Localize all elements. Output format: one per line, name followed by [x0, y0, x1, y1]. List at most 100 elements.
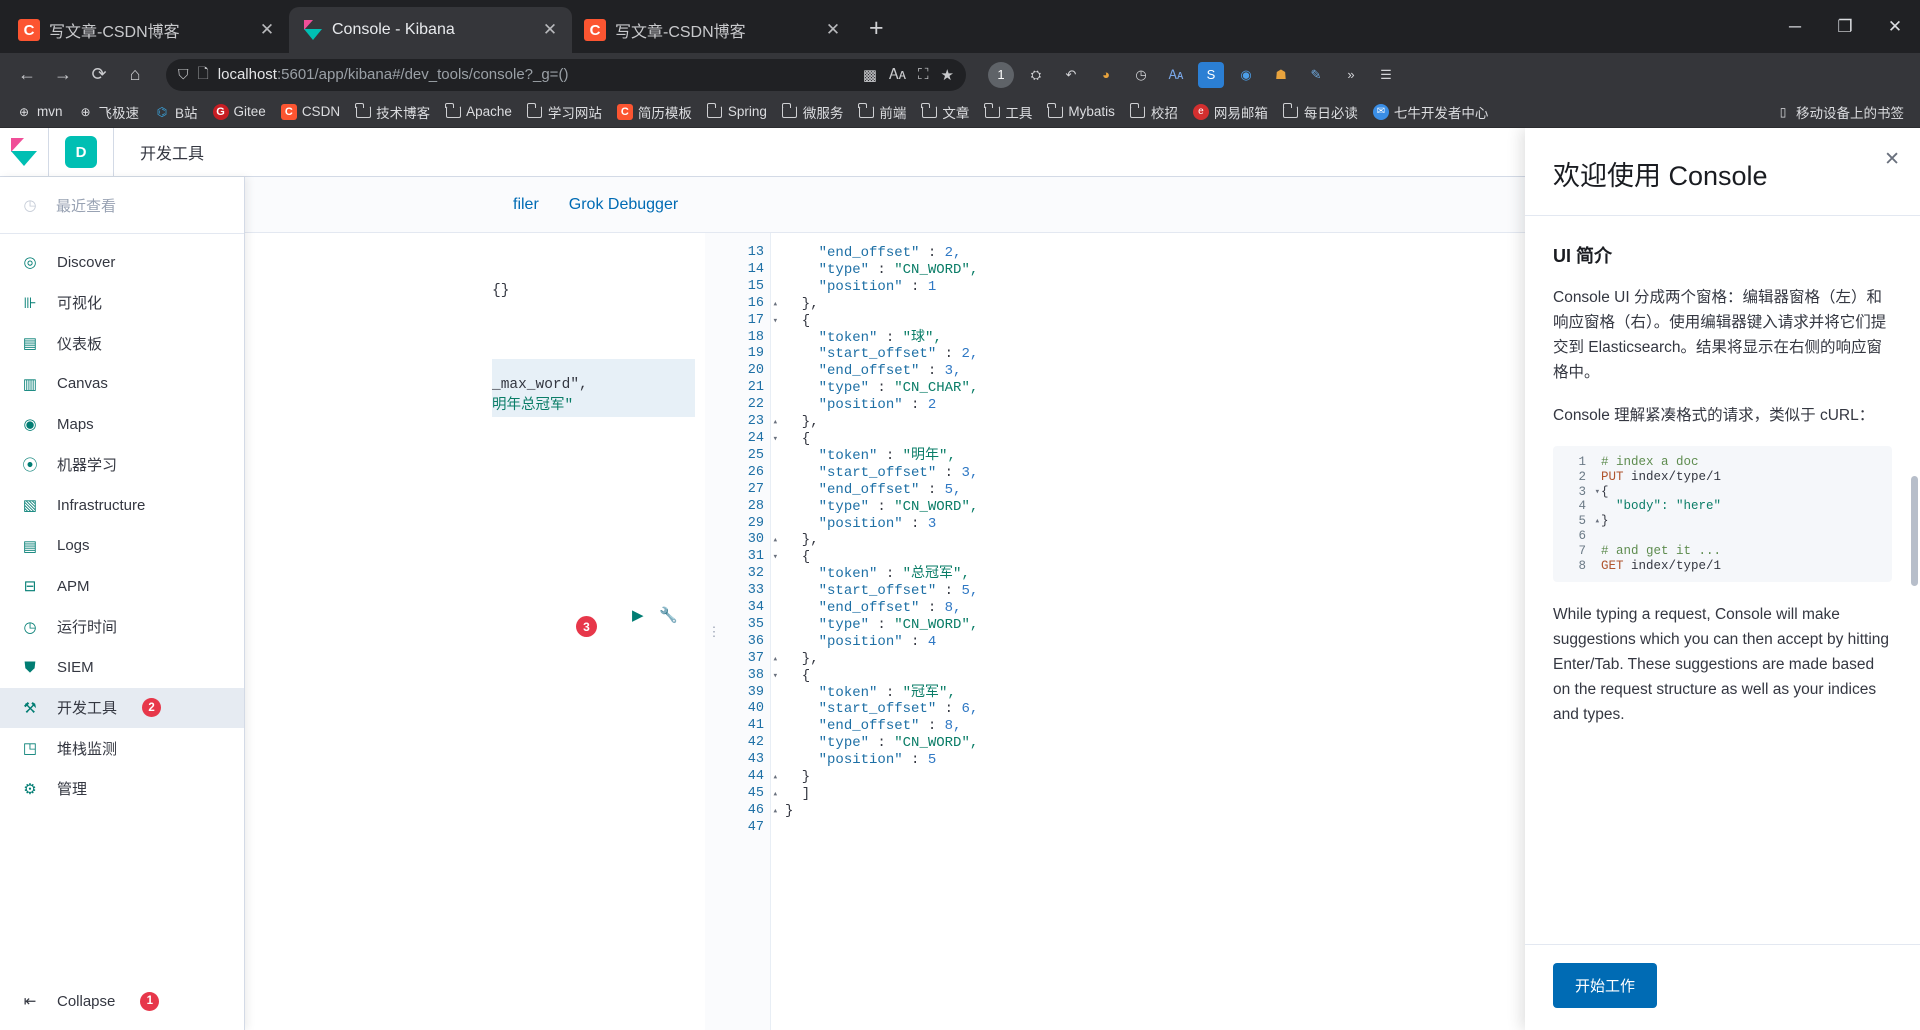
bookmark-item[interactable]: ✉ 七牛开发者中心 — [1367, 99, 1495, 125]
tab-close-button[interactable]: ✕ — [257, 20, 277, 40]
fold-toggle-icon[interactable]: ▴ — [773, 414, 778, 431]
sidebar-item-uptime[interactable]: ◷ 运行时间 — [0, 607, 244, 648]
letter-s-icon[interactable]: S — [1198, 61, 1224, 88]
sidebar-recent[interactable]: ◷ 最近查看 — [0, 177, 244, 234]
fold-toggle-icon[interactable]: ▾ — [773, 668, 778, 685]
bookmark-item[interactable]: Apache — [439, 101, 518, 123]
sidebar-item-logs[interactable]: ▤ Logs — [0, 526, 244, 567]
address-bar[interactable]: ⛉ 🗋 localhost:5601/app/kibana#/dev_tools… — [166, 58, 966, 91]
sidebar-collapse-button[interactable]: ⇤ Collapse 1 — [0, 972, 244, 1030]
sidebar-item-management[interactable]: ⚙ 管理 — [0, 769, 244, 810]
back-icon[interactable]: ← — [10, 58, 44, 92]
flyout-scrollbar[interactable] — [1911, 476, 1918, 586]
close-icon[interactable]: ✕ — [1884, 148, 1900, 171]
bookmark-item[interactable]: e 网易邮箱 — [1187, 99, 1274, 125]
bookmark-item[interactable]: C CSDN — [275, 101, 346, 123]
browser-tab-2[interactable]: Console - Kibana ✕ — [289, 7, 572, 53]
browser-tab-3[interactable]: C 写文章-CSDN博客 ✕ — [572, 7, 855, 53]
start-working-button[interactable]: 开始工作 — [1553, 963, 1658, 1008]
puzzle-icon[interactable]: ⛭ — [1023, 62, 1049, 88]
favorite-icon[interactable]: ★ — [941, 66, 954, 84]
bookmark-item[interactable]: Mybatis — [1041, 101, 1121, 123]
fold-toggle-icon[interactable]: ▴ — [773, 786, 778, 803]
line-number: 34 — [747, 600, 764, 616]
sidebar-item-discover[interactable]: ◎ Discover — [0, 242, 244, 283]
tab-grok-debugger[interactable]: Grok Debugger — [569, 196, 678, 214]
palette-icon[interactable]: ◕ — [1093, 62, 1119, 88]
play-icon[interactable]: ▶ — [632, 606, 644, 624]
fold-toggle-icon[interactable]: ▾ — [773, 431, 778, 448]
sidebar-item-machine-learning[interactable]: ⦿ 机器学习 — [0, 445, 244, 486]
bookmark-item[interactable]: 学习网站 — [521, 99, 608, 125]
tab-profiler[interactable]: filer — [513, 196, 539, 214]
bookmark-item[interactable]: 技术博客 — [349, 99, 436, 125]
fold-toggle-icon[interactable]: ▴ — [773, 803, 778, 820]
bookmark-item[interactable]: Spring — [701, 101, 773, 123]
code-sample-line: GET index/type/1 — [1601, 558, 1722, 573]
mobile-bookmarks-item[interactable]: ▯ 移动设备上的书签 — [1769, 99, 1910, 125]
apm-icon: ⊟ — [23, 578, 37, 596]
line-number: 24 ▾ — [747, 430, 778, 446]
tab-close-button[interactable]: ✕ — [823, 20, 843, 40]
fold-toggle-icon[interactable]: ▴ — [773, 296, 778, 313]
user-icon[interactable]: ☗ — [1268, 62, 1294, 88]
tab-close-button[interactable]: ✕ — [540, 20, 560, 40]
sidebar-item-maps[interactable]: ◉ Maps — [0, 404, 244, 445]
request-editor[interactable]: {} _max_word", 明年总冠军" 3 ▶ 🔧 — [245, 233, 705, 1030]
sidebar-item-infrastructure[interactable]: ▧ Infrastructure — [0, 485, 244, 526]
fold-toggle-icon[interactable]: ▾ — [773, 549, 778, 566]
close-window-button[interactable]: ✕ — [1870, 0, 1920, 53]
bookmark-item[interactable]: 校招 — [1124, 99, 1184, 125]
menu-icon[interactable]: ☰ — [1373, 62, 1399, 88]
sidebar-item-devtools[interactable]: ⚒ 开发工具 2 — [0, 687, 244, 728]
translate-icon[interactable]: 🗛 — [889, 66, 906, 83]
fold-toggle-icon[interactable]: ▴ — [773, 532, 778, 549]
bookmark-item[interactable]: 前端 — [852, 99, 912, 125]
sidebar-item-siem[interactable]: ⛊ SIEM — [0, 647, 244, 688]
code-sample-line-number: 8 — [1578, 558, 1586, 573]
fold-toggle-icon[interactable]: ▾ — [773, 313, 778, 330]
bookmark-item[interactable]: ⌬ B站 — [148, 99, 204, 125]
browser-tab-1[interactable]: C 写文章-CSDN博客 ✕ — [6, 7, 289, 53]
chevron-more-icon[interactable]: » — [1338, 62, 1364, 88]
editor-line-b: 明年总冠军" — [492, 398, 574, 414]
maximize-button[interactable]: ❐ — [1820, 0, 1870, 53]
clock-icon[interactable]: ◷ — [1128, 62, 1154, 88]
bookmark-item[interactable]: 文章 — [915, 99, 975, 125]
flyout-paragraph-1: Console UI 分成两个窗格：编辑器窗格（左）和响应窗格（右）。使用编辑器… — [1553, 289, 1887, 381]
line-number: 22 — [747, 397, 764, 413]
qr-icon[interactable]: ▩ — [863, 66, 877, 84]
wrench-icon[interactable]: 🔧 — [659, 606, 678, 624]
sidebar-item-visualize[interactable]: ⊪ 可视化 — [0, 283, 244, 324]
sidebar-item-monitoring[interactable]: ◳ 堆栈监测 — [0, 728, 244, 769]
document-icon: 🗋 — [197, 64, 209, 81]
shield2-icon[interactable]: ◉ — [1233, 62, 1259, 88]
globe-icon: ⊕ — [18, 104, 30, 119]
home-icon[interactable]: ⌂ — [118, 58, 152, 92]
bookmark-item[interactable]: 每日必读 — [1277, 99, 1364, 125]
note-icon[interactable]: ✎ — [1303, 62, 1329, 88]
new-tab-button[interactable]: + — [869, 14, 884, 43]
translate2-icon[interactable]: 🗛 — [1163, 62, 1189, 88]
forward-icon[interactable]: → — [46, 58, 80, 92]
sidebar-item-apm[interactable]: ⊟ APM — [0, 566, 244, 607]
bookmark-item[interactable]: ⊕ mvn — [10, 101, 69, 123]
sidebar-item-dashboard[interactable]: ▤ 仪表板 — [0, 323, 244, 364]
fold-toggle-icon[interactable]: ▴ — [773, 769, 778, 786]
fold-toggle-icon[interactable]: ▴ — [773, 651, 778, 668]
breadcrumb[interactable]: 开发工具 — [114, 140, 204, 164]
reader-icon[interactable]: ⛶ — [918, 66, 929, 83]
bookmark-item[interactable]: ⊕ 飞极速 — [72, 99, 146, 125]
sidebar-item-canvas[interactable]: ▥ Canvas — [0, 364, 244, 405]
profile-count-icon[interactable]: 1 — [988, 61, 1014, 88]
undo-icon[interactable]: ↶ — [1058, 62, 1084, 88]
bookmark-item[interactable]: 微服务 — [776, 99, 850, 125]
bookmark-item[interactable]: 工具 — [978, 99, 1038, 125]
bookmark-item[interactable]: G Gitee — [207, 101, 272, 123]
panel-splitter[interactable]: ⋮ — [705, 233, 723, 1030]
minimize-button[interactable]: ─ — [1770, 0, 1820, 53]
bookmark-item[interactable]: C 简历模板 — [611, 99, 698, 125]
space-avatar[interactable]: D — [49, 128, 114, 177]
kibana-logo[interactable] — [0, 128, 49, 177]
reload-icon[interactable]: ⟳ — [82, 58, 116, 92]
